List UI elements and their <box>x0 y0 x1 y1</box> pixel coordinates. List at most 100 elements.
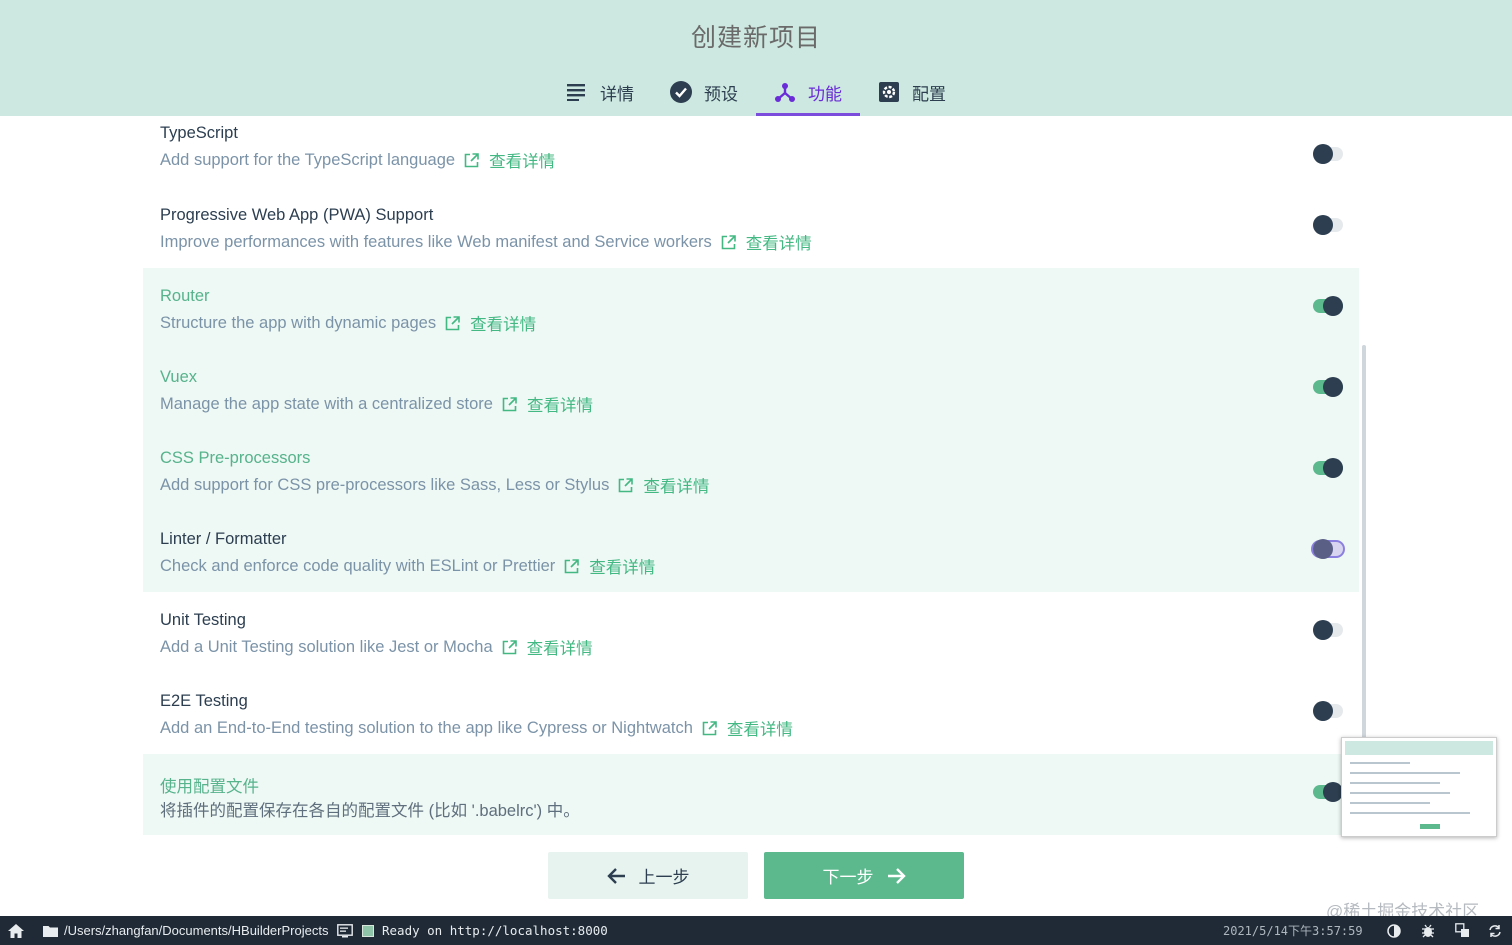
feature-item-e2e-testing[interactable]: E2E Testing Add an End-to-End testing so… <box>143 673 1359 754</box>
feature-name: Router <box>160 287 210 305</box>
feature-desc-text: Add support for CSS pre-processors like … <box>160 475 610 494</box>
feature-desc-text: Structure the app with dynamic pages <box>160 313 437 332</box>
feature-item-pwa[interactable]: Progressive Web App (PWA) Support Improv… <box>143 187 1359 268</box>
bug-icon[interactable] <box>1419 916 1437 945</box>
arrow-left-icon <box>606 866 627 886</box>
external-link-icon[interactable] <box>721 234 736 250</box>
external-link-icon[interactable] <box>502 639 517 655</box>
more-info-link[interactable]: 查看详情 <box>643 473 709 497</box>
feature-desc: Structure the app with dynamic pages 查看详… <box>160 311 536 335</box>
feature-name: 使用配置文件 <box>160 778 259 796</box>
more-info-link[interactable]: 查看详情 <box>727 716 793 740</box>
feature-toggle[interactable] <box>1313 377 1343 397</box>
feature-desc-text: Add an End-to-End testing solution to th… <box>160 718 693 737</box>
feature-desc-text: Check and enforce code quality with ESLi… <box>160 556 556 575</box>
folder-icon <box>43 925 58 937</box>
more-info-link[interactable]: 查看详情 <box>527 392 593 416</box>
thumbnail-line <box>1350 782 1440 784</box>
feature-toggle[interactable] <box>1313 458 1343 478</box>
feature-item-linter[interactable]: Linter / Formatter Check and enforce cod… <box>143 511 1359 592</box>
more-info-link[interactable]: 查看详情 <box>746 230 812 254</box>
external-link-icon[interactable] <box>702 720 717 736</box>
external-link-icon[interactable] <box>502 396 517 412</box>
feature-desc: 将插件的配置保存在各自的配置文件 (比如 '.babelrc') 中。 <box>160 797 580 821</box>
terminal-icon[interactable] <box>337 916 353 945</box>
feature-desc: Add a Unit Testing solution like Jest or… <box>160 635 593 659</box>
feature-item-unit-testing[interactable]: Unit Testing Add a Unit Testing solution… <box>143 592 1359 673</box>
more-info-link[interactable]: 查看详情 <box>527 635 593 659</box>
feature-toggle[interactable] <box>1313 296 1343 316</box>
prev-step-button[interactable]: 上一步 <box>548 852 748 899</box>
refresh-icon[interactable] <box>1486 916 1504 945</box>
feature-name: Vuex <box>160 368 197 386</box>
page-title: 创建新项目 <box>690 24 821 52</box>
external-link-icon[interactable] <box>618 477 634 493</box>
translate-icon[interactable] <box>1453 916 1471 945</box>
feature-desc: Add an End-to-End testing solution to th… <box>160 716 793 740</box>
list-icon <box>566 81 588 103</box>
prev-step-label: 上一步 <box>638 868 690 887</box>
thumbnail-header <box>1345 741 1493 755</box>
thumbnail-line <box>1350 772 1460 774</box>
feature-desc: Manage the app state with a centralized … <box>160 392 593 416</box>
feature-name: E2E Testing <box>160 692 248 710</box>
tab-label: 详情 <box>600 84 634 104</box>
thumbnail-line <box>1350 812 1470 814</box>
feature-name: TypeScript <box>160 124 238 142</box>
fork-icon <box>774 81 796 103</box>
external-link-icon[interactable] <box>464 152 479 168</box>
project-path-text: /Users/zhangfan/Documents/HBuilderProjec… <box>64 923 329 938</box>
feature-name: Progressive Web App (PWA) Support <box>160 206 434 224</box>
thumbnail-line <box>1350 762 1410 764</box>
thumbnail-line <box>1350 802 1430 804</box>
feature-name: Linter / Formatter <box>160 530 287 548</box>
feature-name: CSS Pre-processors <box>160 449 311 467</box>
feature-list: TypeScript Add support for the TypeScrip… <box>143 116 1359 835</box>
feature-list-container[interactable]: TypeScript Add support for the TypeScrip… <box>0 116 1512 836</box>
external-link-icon[interactable] <box>564 558 580 574</box>
feature-toggle[interactable] <box>1313 620 1343 640</box>
tab-presets[interactable]: 预设 <box>652 68 756 116</box>
more-info-link[interactable]: 查看详情 <box>489 148 555 172</box>
next-step-label: 下一步 <box>822 868 874 887</box>
header: 创建新项目 详情 预设 功能 配置 <box>0 0 1512 116</box>
contrast-icon[interactable] <box>1385 916 1403 945</box>
feature-item-vuex[interactable]: Vuex Manage the app state with a central… <box>143 349 1359 430</box>
feature-desc: Add support for CSS pre-processors like … <box>160 473 709 497</box>
feature-item-config-file[interactable]: 使用配置文件 将插件的配置保存在各自的配置文件 (比如 '.babelrc') … <box>143 754 1359 835</box>
feature-item-css-preprocessors[interactable]: CSS Pre-processors Add support for CSS p… <box>143 430 1359 511</box>
timestamp: 2021/5/14下午3:57:59 <box>1223 924 1363 938</box>
gear-icon <box>878 81 900 103</box>
status-bar: /Users/zhangfan/Documents/HBuilderProjec… <box>0 916 1512 945</box>
tab-features[interactable]: 功能 <box>756 68 860 116</box>
feature-toggle[interactable] <box>1313 215 1343 235</box>
tab-label: 配置 <box>912 84 946 104</box>
tab-config[interactable]: 配置 <box>860 68 964 116</box>
server-icon <box>362 924 374 937</box>
more-info-link[interactable]: 查看详情 <box>589 554 655 578</box>
arrow-right-icon <box>886 866 906 886</box>
tab-label: 功能 <box>808 84 842 104</box>
tab-details[interactable]: 详情 <box>548 68 652 116</box>
feature-item-router[interactable]: Router Structure the app with dynamic pa… <box>143 268 1359 349</box>
tab-bar: 详情 预设 功能 配置 <box>0 68 1512 116</box>
scrollbar[interactable] <box>1362 345 1366 740</box>
server-status: Ready on http://localhost:8000 <box>362 916 608 945</box>
feature-desc: Add support for the TypeScript language … <box>160 148 555 172</box>
more-info-link[interactable]: 查看详情 <box>470 311 536 335</box>
feature-desc: Improve performances with features like … <box>160 230 812 254</box>
feature-toggle[interactable] <box>1313 539 1343 559</box>
feature-item-typescript[interactable]: TypeScript Add support for the TypeScrip… <box>143 116 1359 187</box>
next-step-button[interactable]: 下一步 <box>764 852 964 899</box>
feature-toggle[interactable] <box>1313 701 1343 721</box>
window-thumbnail[interactable] <box>1341 737 1497 837</box>
feature-desc-text: 将插件的配置保存在各自的配置文件 (比如 '.babelrc') 中。 <box>160 802 580 820</box>
project-path[interactable]: /Users/zhangfan/Documents/HBuilderProjec… <box>43 916 328 945</box>
feature-toggle[interactable] <box>1313 144 1343 164</box>
feature-desc-text: Add support for the TypeScript language <box>160 150 456 169</box>
external-link-icon[interactable] <box>445 315 460 331</box>
feature-desc-text: Improve performances with features like … <box>160 232 712 251</box>
feature-toggle[interactable] <box>1313 782 1343 802</box>
home-icon[interactable] <box>8 916 24 945</box>
feature-desc-text: Manage the app state with a centralized … <box>160 394 493 413</box>
